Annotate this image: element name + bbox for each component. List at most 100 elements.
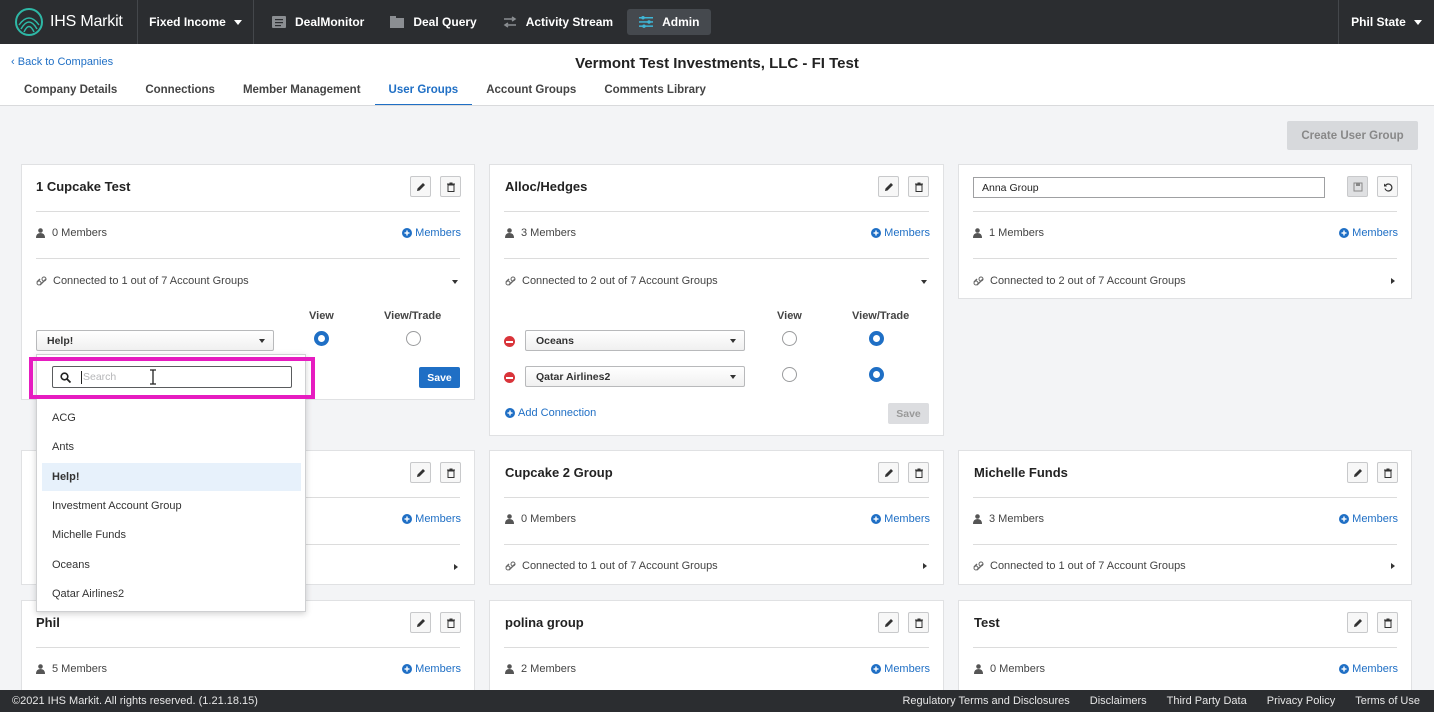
connected-summary[interactable]: Connected to 1 out of 7 Account Groups: [36, 275, 249, 287]
tab-user-groups[interactable]: User Groups: [374, 81, 473, 105]
plus-circle-icon: [1339, 228, 1350, 238]
group-name-input[interactable]: Anna Group: [973, 177, 1325, 198]
caret-down-icon[interactable]: [452, 280, 458, 284]
view-radio[interactable]: [782, 367, 797, 382]
members-link[interactable]: Members: [871, 513, 930, 525]
view-radio[interactable]: [782, 331, 797, 346]
account-group-select[interactable]: Qatar Airlines2: [525, 366, 745, 387]
save-name-button[interactable]: [1347, 176, 1368, 197]
delete-button[interactable]: [440, 612, 461, 633]
edit-button[interactable]: [878, 612, 899, 633]
delete-button[interactable]: [440, 462, 461, 483]
link-icon: [973, 561, 984, 571]
edit-button[interactable]: [410, 612, 431, 633]
nav-dealmonitor[interactable]: DealMonitor: [272, 15, 364, 29]
caret-down-icon[interactable]: [921, 280, 927, 284]
create-user-group-button[interactable]: Create User Group: [1287, 121, 1418, 150]
delete-button[interactable]: [1377, 612, 1398, 633]
remove-connection-icon[interactable]: [504, 372, 515, 383]
account-group-select[interactable]: Oceans: [525, 330, 745, 351]
delete-button[interactable]: [1377, 462, 1398, 483]
account-group-select[interactable]: Help!: [36, 330, 274, 351]
add-connection-link[interactable]: Add Connection: [505, 407, 596, 419]
members-link[interactable]: Members: [871, 227, 930, 239]
footer-link-third-party-data[interactable]: Third Party Data: [1167, 695, 1247, 707]
edit-button[interactable]: [410, 462, 431, 483]
brand-name: IHS Markit: [50, 13, 123, 30]
view-trade-radio[interactable]: [869, 367, 884, 382]
trash-icon: [446, 618, 455, 628]
user-group-card: Alloc/Hedges 3 Members Members Connected…: [489, 164, 944, 436]
view-trade-column-header: View/Trade: [384, 310, 442, 322]
footer-link-privacy-policy[interactable]: Privacy Policy: [1267, 695, 1335, 707]
person-icon: [973, 228, 982, 238]
edit-button[interactable]: [1347, 612, 1368, 633]
connected-summary[interactable]: Connected to 1 out of 7 Account Groups: [973, 560, 1186, 572]
view-radio[interactable]: [314, 331, 329, 346]
brand[interactable]: IHS Markit: [0, 0, 138, 44]
members-link[interactable]: Members: [1339, 513, 1398, 525]
members-link[interactable]: Members: [1339, 227, 1398, 239]
dropdown-option[interactable]: Help!: [42, 463, 301, 491]
edit-button[interactable]: [1347, 462, 1368, 483]
footer-link-regulatory[interactable]: Regulatory Terms and Disclosures: [902, 695, 1069, 707]
annotation-highlight-box: [29, 357, 315, 399]
delete-button[interactable]: [908, 462, 929, 483]
nav-admin[interactable]: Admin: [627, 9, 712, 35]
card-title: 1 Cupcake Test: [36, 179, 131, 194]
view-trade-radio[interactable]: [406, 331, 421, 346]
pencil-icon: [416, 618, 425, 627]
remove-connection-icon[interactable]: [504, 336, 515, 347]
dropdown-option[interactable]: Michelle Funds: [42, 521, 301, 549]
tab-account-groups[interactable]: Account Groups: [472, 81, 590, 105]
view-trade-radio[interactable]: [869, 331, 884, 346]
product-label: Fixed Income: [149, 15, 226, 29]
tab-company-details[interactable]: Company Details: [10, 81, 131, 105]
members-link[interactable]: Members: [1339, 663, 1398, 675]
footer-link-disclaimers[interactable]: Disclaimers: [1090, 695, 1147, 707]
tab-comments-library[interactable]: Comments Library: [590, 81, 720, 105]
members-link[interactable]: Members: [402, 227, 461, 239]
members-link[interactable]: Members: [402, 663, 461, 675]
caret-right-icon[interactable]: [1391, 563, 1395, 569]
members-count: 5 Members: [36, 663, 107, 675]
save-button[interactable]: Save: [888, 403, 929, 424]
connected-summary[interactable]: Connected to 2 out of 7 Account Groups: [505, 275, 718, 287]
dropdown-option[interactable]: Oceans: [42, 551, 301, 579]
edit-button[interactable]: [878, 462, 899, 483]
delete-button[interactable]: [440, 176, 461, 197]
dropdown-option[interactable]: Ants: [42, 433, 301, 461]
caret-right-icon[interactable]: [454, 564, 458, 570]
tab-member-management[interactable]: Member Management: [229, 81, 375, 105]
connected-label: Connected to 1 out of 7 Account Groups: [990, 560, 1186, 572]
delete-button[interactable]: [908, 612, 929, 633]
save-button[interactable]: Save: [419, 367, 460, 388]
footer-link-terms-of-use[interactable]: Terms of Use: [1355, 695, 1420, 707]
connected-summary[interactable]: Connected to 2 out of 7 Account Groups: [973, 275, 1186, 287]
members-count: 2 Members: [505, 663, 576, 675]
members-link-label: Members: [415, 227, 461, 239]
delete-button[interactable]: [908, 176, 929, 197]
dropdown-option[interactable]: Investment Account Group: [42, 492, 301, 520]
person-icon: [505, 514, 514, 524]
product-dropdown[interactable]: Fixed Income: [138, 0, 254, 44]
plus-circle-icon: [871, 664, 882, 674]
divider: [504, 497, 929, 498]
nav-activity-stream[interactable]: Activity Stream: [503, 15, 613, 29]
dropdown-option[interactable]: Qatar Airlines2: [42, 580, 301, 608]
members-link[interactable]: Members: [871, 663, 930, 675]
edit-button[interactable]: [410, 176, 431, 197]
members-count-label: 0 Members: [52, 227, 108, 239]
user-menu[interactable]: Phil State: [1338, 0, 1434, 44]
caret-right-icon[interactable]: [1391, 278, 1395, 284]
members-link[interactable]: Members: [402, 513, 461, 525]
dropdown-option[interactable]: ACG: [42, 404, 301, 432]
connected-summary[interactable]: Connected to 1 out of 7 Account Groups: [505, 560, 718, 572]
trash-icon: [1383, 618, 1392, 628]
caret-right-icon[interactable]: [923, 563, 927, 569]
undo-button[interactable]: [1377, 176, 1398, 197]
tab-connections[interactable]: Connections: [131, 81, 229, 105]
ihs-logo-icon: [15, 8, 43, 36]
nav-deal-query[interactable]: Deal Query: [390, 15, 477, 29]
edit-button[interactable]: [878, 176, 899, 197]
